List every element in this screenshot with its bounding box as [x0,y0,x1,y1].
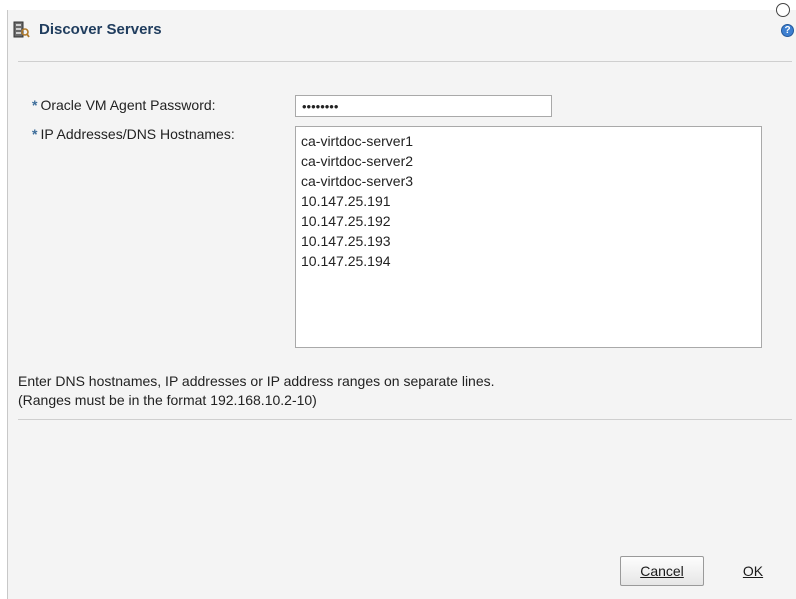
instructions-line-1: Enter DNS hostnames, IP addresses or IP … [18,373,495,389]
hosts-label: * IP Addresses/DNS Hostnames: [32,126,235,142]
server-discover-icon [12,21,30,39]
password-label: * Oracle VM Agent Password: [32,97,216,113]
host-entry: ca-virtdoc-server2 [301,153,414,169]
host-entry: ca-virtdoc-server1 [301,133,414,149]
required-marker: * [32,97,38,113]
password-value: •••••••• [302,98,339,114]
ok-button[interactable]: OK [716,556,790,586]
dialog-titlebar: Discover Servers ? [8,10,796,52]
required-marker: * [32,126,38,142]
footer-divider [18,419,792,420]
help-icon[interactable]: ? [781,24,794,37]
dialog-title: Discover Servers [39,21,162,38]
password-label-text: Oracle VM Agent Password: [40,97,216,113]
host-entry: 10.147.25.192 [301,213,391,229]
discover-servers-dialog: Discover Servers ? * Oracle VM Agent Pass… [7,3,796,599]
host-entry: 10.147.25.193 [301,233,391,249]
agent-password-input[interactable]: •••••••• [295,95,552,117]
instructions-line-2: (Ranges must be in the format 192.168.10… [18,392,317,408]
instructions-text: Enter DNS hostnames, IP addresses or IP … [18,372,495,410]
host-entry: ca-virtdoc-server3 [301,173,414,189]
cancel-button[interactable]: Cancel [620,556,704,586]
title-divider [18,61,792,62]
host-entry: 10.147.25.191 [301,193,391,209]
host-entry: 10.147.25.194 [301,253,391,269]
hostnames-textarea[interactable]: ca-virtdoc-server1 ca-virtdoc-server2 ca… [295,126,762,348]
hosts-label-text: IP Addresses/DNS Hostnames: [40,126,235,142]
